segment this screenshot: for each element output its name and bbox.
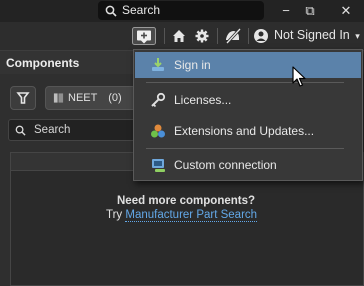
search-icon (15, 125, 26, 136)
close-button[interactable]: ✕ (335, 2, 357, 20)
mouse-cursor-icon (292, 66, 306, 87)
menu-item-label: Sign in (174, 58, 211, 72)
menu-item-custom-connection[interactable]: Custom connection (135, 152, 361, 178)
global-search-placeholder: Search (122, 3, 161, 17)
account-button[interactable]: Not Signed In ▾ (274, 28, 360, 42)
user-avatar-icon[interactable] (253, 27, 269, 45)
chip-count: (0) (108, 92, 122, 104)
component-search-placeholder: Search (34, 124, 71, 136)
menu-item-label: Extensions and Updates... (174, 124, 315, 138)
component-search-input[interactable]: Search (8, 119, 148, 141)
panel-title: Components (6, 56, 80, 70)
key-icon (151, 92, 166, 108)
menu-item-label: Custom connection (174, 158, 277, 172)
funnel-icon (16, 92, 30, 104)
menu-item-sign-in[interactable]: Sign in (135, 52, 361, 78)
notifications-off-icon[interactable] (224, 27, 242, 45)
chevron-down-icon: ▾ (355, 31, 360, 41)
account-label: Not Signed In (274, 28, 350, 42)
library-icon (53, 93, 64, 103)
menu-separator (146, 82, 344, 83)
filter-button[interactable] (10, 86, 36, 110)
chip-label: NEET (0) (68, 92, 122, 104)
empty-state-heading: Need more components? (117, 195, 256, 207)
menu-item-extensions-and-updates[interactable]: Extensions and Updates... (135, 118, 361, 144)
library-filter-chip[interactable]: NEET (0) (45, 86, 140, 110)
toolbar-separator (248, 28, 249, 44)
custom-connection-icon (152, 159, 165, 172)
search-icon (105, 5, 117, 17)
empty-state-text: Try Manufacturer Part Search (106, 209, 258, 222)
add-panel-icon[interactable] (132, 27, 156, 45)
chip-name: NEET (68, 92, 98, 104)
extensions-icon (151, 124, 165, 138)
sign-in-icon (152, 58, 164, 71)
minimize-button[interactable]: − (275, 2, 297, 20)
title-bar: Search − ⧉ ✕ (0, 0, 364, 22)
toolbar-separator (217, 28, 218, 44)
toolbar-separator (164, 28, 165, 44)
global-search-input[interactable]: Search (98, 1, 264, 20)
empty-state-prefix: Try (106, 209, 126, 221)
manufacturer-part-search-link[interactable]: Manufacturer Part Search (125, 209, 258, 222)
menu-item-licenses[interactable]: Licenses... (135, 87, 361, 113)
main-toolbar: Not Signed In ▾ (0, 22, 364, 50)
account-dropdown-menu: Sign in Licenses... Extensions and Updat… (133, 49, 363, 181)
gear-icon[interactable] (194, 27, 210, 45)
menu-item-label: Licenses... (174, 93, 232, 107)
menu-separator (146, 148, 344, 149)
restore-button[interactable]: ⧉ (299, 2, 321, 20)
home-icon[interactable] (171, 27, 187, 45)
